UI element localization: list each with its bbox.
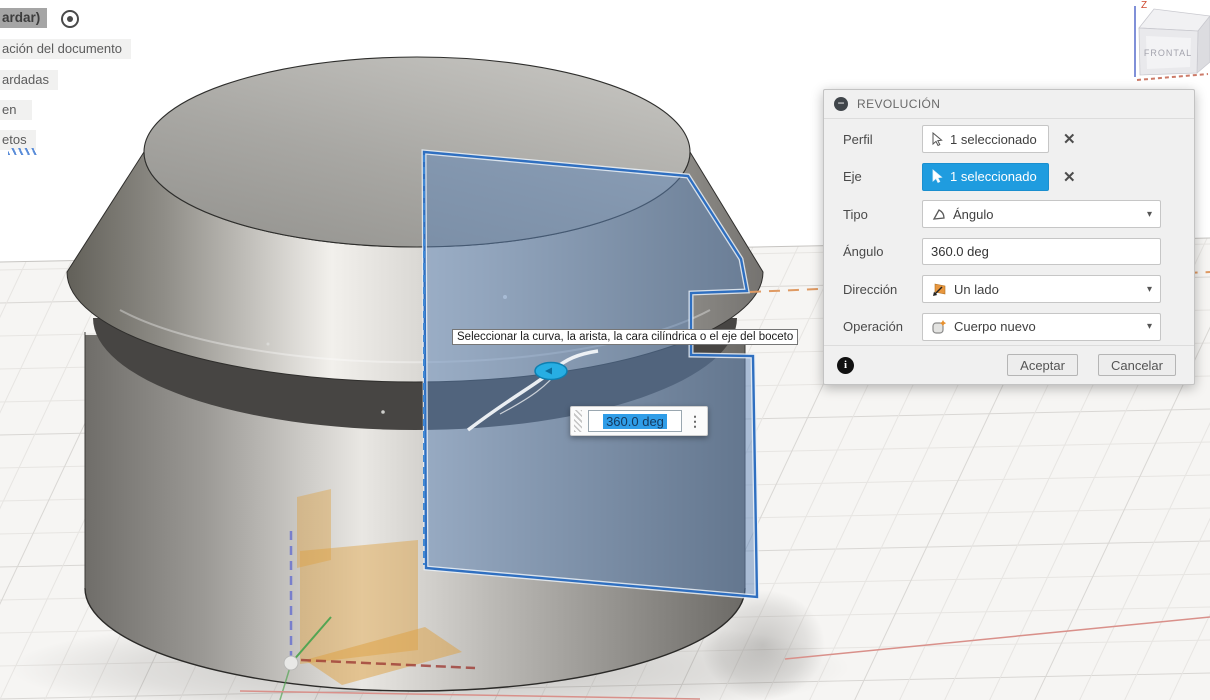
row-perfil: Perfil 1 seleccionado ✕: [843, 125, 1194, 153]
direccion-dropdown[interactable]: Un lado ▾: [922, 275, 1161, 303]
operacion-dropdown[interactable]: Cuerpo nuevo ▾: [922, 312, 1161, 341]
info-icon[interactable]: i: [837, 356, 854, 374]
eje-selection-count: 1 seleccionado: [950, 169, 1037, 184]
row-eje: Eje 1 seleccionado ✕: [843, 162, 1194, 191]
direccion-value: Un lado: [954, 281, 999, 297]
row-direccion: Dirección Un lado ▾: [843, 275, 1194, 303]
browser-item-document-settings[interactable]: ación del documento: [0, 39, 131, 59]
tipo-dropdown[interactable]: Ángulo ▾: [922, 200, 1161, 228]
browser-item-origin[interactable]: en: [0, 100, 33, 120]
eje-clear-button[interactable]: ✕: [1063, 168, 1076, 186]
more-options-icon[interactable]: ⋮: [688, 414, 702, 428]
view-cube[interactable]: FRONTAL Z: [1134, 0, 1210, 81]
chevron-down-icon: ▾: [1146, 283, 1152, 295]
origin-point[interactable]: [283, 655, 299, 671]
dialog-title: REVOLUCIÓN: [857, 97, 941, 111]
record-icon[interactable]: [61, 10, 79, 28]
browser-item-named-views[interactable]: ardadas: [0, 70, 58, 90]
chevron-down-icon: ▾: [1146, 321, 1152, 332]
selection-tooltip: Seleccionar la curva, la arista, la cara…: [452, 329, 799, 345]
row-operacion: Operación Cuerpo nuevo ▾: [843, 312, 1194, 341]
viewcube-z-label: Z: [1141, 0, 1147, 11]
angle-icon: [932, 209, 945, 220]
browser-item-document-title[interactable]: ardar): [0, 8, 48, 28]
field-label-operacion: Operación: [843, 319, 903, 334]
application-viewport: FRONTAL Z ardar) ación del documento ard…: [0, 0, 1210, 700]
row-tipo: Tipo Ángulo ▾: [843, 200, 1194, 228]
one-side-icon: [933, 283, 946, 296]
field-label-perfil: Perfil: [843, 131, 873, 147]
revolve-dialog: − REVOLUCIÓN Perfil 1 seleccionado ✕ Eje: [823, 89, 1195, 385]
browser-item-sketches[interactable]: etos: [0, 130, 36, 150]
accept-button[interactable]: Aceptar: [1007, 354, 1078, 376]
angle-inline-input[interactable]: 360.0 deg: [588, 410, 682, 432]
field-label-tipo: Tipo: [843, 206, 868, 222]
field-label-angulo: Ángulo: [843, 244, 884, 259]
new-body-icon: [932, 319, 947, 334]
pointer-icon: [932, 131, 943, 146]
field-label-eje: Eje: [843, 169, 862, 184]
dialog-header[interactable]: − REVOLUCIÓN: [824, 90, 1194, 119]
eje-selection-button[interactable]: 1 seleccionado: [922, 162, 1049, 191]
chevron-down-icon: ▾: [1146, 208, 1152, 220]
field-label-direccion: Dirección: [843, 281, 898, 297]
tipo-value: Ángulo: [953, 206, 994, 222]
angle-inline-value: 360.0 deg: [603, 413, 667, 429]
sketch-highlight-dashes: [8, 148, 38, 155]
drag-handle[interactable]: [574, 410, 582, 432]
floating-angle-input[interactable]: 360.0 deg ⋮: [570, 406, 708, 436]
row-angulo: Ángulo: [843, 238, 1194, 266]
perfil-selection-count: 1 seleccionado: [950, 131, 1037, 147]
pointer-icon: [932, 169, 943, 184]
perfil-selection-button[interactable]: 1 seleccionado: [922, 125, 1049, 153]
angulo-input[interactable]: [922, 238, 1161, 265]
viewcube-front-face-label[interactable]: FRONTAL: [1144, 48, 1192, 58]
collapse-icon[interactable]: −: [834, 97, 848, 111]
dialog-footer: i Aceptar Cancelar: [824, 345, 1194, 384]
cancel-button[interactable]: Cancelar: [1097, 354, 1176, 376]
operacion-value: Cuerpo nuevo: [954, 319, 1036, 334]
perfil-clear-button[interactable]: ✕: [1063, 130, 1076, 148]
